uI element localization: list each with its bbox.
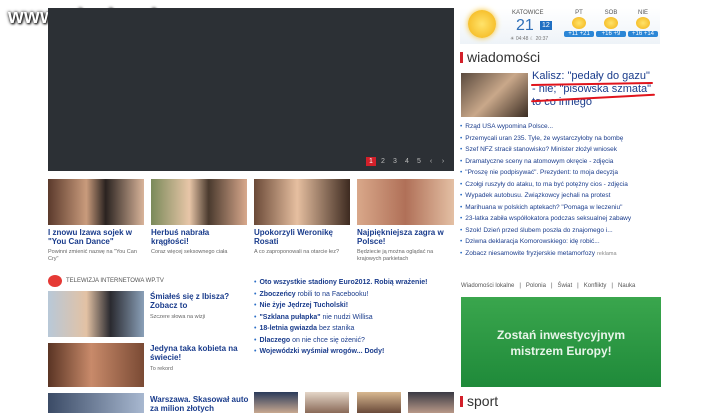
tv-item-subtitle: To rekord: [150, 366, 173, 372]
tv-item-title[interactable]: Jedyna taka kobieta na świecie!: [150, 344, 250, 362]
footer-link[interactable]: Wiadomości lokalne: [461, 283, 514, 289]
footer-link[interactable]: Polonia: [526, 283, 546, 289]
tile-subtitle: Powinni zmienić nazwę na "You Can Cry": [48, 249, 137, 262]
pager-page-4[interactable]: 4: [402, 157, 412, 166]
bottom-thumbnail[interactable]: [254, 392, 298, 413]
tile-title[interactable]: I znowu Izawa sojek w "You Can Dance": [48, 228, 148, 246]
bottom-thumbnail[interactable]: [408, 392, 454, 413]
tile-image[interactable]: [254, 179, 350, 225]
news-section-header[interactable]: wiadomości: [460, 49, 540, 65]
list-item[interactable]: Rząd USA wypomina Polsce...: [460, 121, 665, 133]
list-item[interactable]: "Proszę nie podpisywać". Prezydent: to m…: [460, 167, 665, 179]
tv-thumbnail[interactable]: [48, 291, 144, 337]
footer-link[interactable]: Świat: [558, 283, 573, 289]
tv-header-label: TELEWIZJA INTERNETOWA WP.TV: [66, 278, 164, 284]
list-item[interactable]: Przemycali uran 235. Tyle, że wystarczył…: [460, 133, 665, 145]
weather-city: KATOWICE: [512, 10, 544, 16]
news-list: Rząd USA wypomina Polsce... Przemycali u…: [460, 121, 665, 259]
headline-photo[interactable]: [461, 73, 528, 117]
weather-times: ☀ 04:48 ☾ 20:37: [510, 36, 549, 42]
forecast-day-temp: +16 +14: [628, 31, 658, 37]
list-item[interactable]: Zobacz niesamowite fryzjerskie metamorfo…: [460, 248, 665, 260]
news-footer-links: Wiadomości lokalne | Polonia | Świat | Konf…: [461, 283, 636, 289]
weather-widget[interactable]: KATOWICE 21 12 ☀ 04:48 ☾ 20:37 PT +11 +2…: [460, 8, 660, 44]
list-item[interactable]: 23-latka zabiła współlokatora podczas se…: [460, 213, 665, 225]
ad-banner[interactable]: Zostań inwestycyjnym mistrzem Europy!: [461, 297, 661, 387]
list-item[interactable]: Wojewódzki wyśmiał wrogów... Dody!: [254, 346, 454, 358]
forecast-day-label: SOB: [604, 10, 618, 16]
weather-badge: 12: [540, 21, 552, 30]
tile-title[interactable]: Upokorzyli Weronikę Rosati: [254, 228, 352, 246]
footer-link[interactable]: Nauka: [618, 283, 635, 289]
list-item[interactable]: Nie żyje Jędrzej Tucholski!: [254, 300, 454, 312]
tile-image[interactable]: [48, 179, 144, 225]
ad-tag: reklama: [596, 250, 617, 257]
pager-page-3[interactable]: 3: [390, 157, 400, 166]
weather-temp: 21: [516, 17, 534, 34]
forecast-day-label: PT: [575, 10, 583, 16]
bottom-thumbnail[interactable]: [305, 392, 349, 413]
sun-cloud-icon: [604, 17, 618, 29]
pager-page-2[interactable]: 2: [378, 157, 388, 166]
forecast-day-temp: +16 +9: [596, 31, 626, 37]
wp-tv-logo-icon: [48, 275, 62, 287]
pager-prev-button[interactable]: ‹: [426, 157, 436, 166]
list-item[interactable]: Szok! Dzień przed ślubem poszła do znajo…: [460, 225, 665, 237]
ad-line-1: Zostań inwestycyjnym: [496, 328, 626, 342]
headline-line-1: Kalisz: "pedały do gazu": [532, 70, 650, 82]
forecast-day-temp: +11 +21: [564, 31, 594, 37]
tile-subtitle: Będziecie ją można oglądać na krajowych …: [357, 249, 434, 262]
forecast-day-label: NIE: [637, 10, 648, 16]
list-item[interactable]: Dramatyczne sceny na atomowym okręcie - …: [460, 156, 665, 168]
tile-image[interactable]: [151, 179, 247, 225]
sport-section-header[interactable]: sport: [460, 393, 498, 409]
sun-icon: [468, 10, 496, 38]
forecast-day: PT +11 +21: [564, 10, 594, 37]
tile-title[interactable]: Najpiękniejsza zagra w Polsce!: [357, 228, 455, 246]
video-player[interactable]: 1 2 3 4 5 ‹ ›: [48, 8, 454, 171]
tv-thumbnail[interactable]: [48, 393, 144, 413]
list-item[interactable]: "Szklana pułapka" nie nudzi Willisa: [254, 312, 454, 324]
featured-list: Oto wszystkie stadiony Euro2012. Robią w…: [254, 277, 454, 358]
tile-subtitle: A co zaproponowali na otarcie łez?: [254, 249, 339, 255]
pager-page-1[interactable]: 1: [366, 157, 376, 166]
list-item[interactable]: Wypadek autobusu. Związkowcy jechali na …: [460, 190, 665, 202]
list-item[interactable]: Zboczeńcy robili to na Facebooku!: [254, 289, 454, 301]
tv-item-title[interactable]: Śmiałeś się z Ibisza? Zobacz to: [150, 292, 250, 310]
tv-item-title[interactable]: Warszawa. Skasował auto za milion złotyc…: [150, 395, 250, 413]
tv-item-subtitle: Szczere słowa na wizji: [150, 314, 206, 320]
list-item[interactable]: Dziwna deklaracja Komorowskiego: idę rob…: [460, 236, 665, 248]
tile-title[interactable]: Herbuś nabrała krągłości!: [151, 228, 249, 246]
pager-next-button[interactable]: ›: [438, 157, 448, 166]
sun-cloud-icon: [636, 17, 650, 29]
list-item[interactable]: 18-letnia gwiazda bez stanika: [254, 323, 454, 335]
list-item[interactable]: Oto wszystkie stadiony Euro2012. Robią w…: [254, 277, 454, 289]
list-item[interactable]: Czołgi ruszyły do ataku, to ma być potęż…: [460, 179, 665, 191]
sun-cloud-icon: [572, 17, 586, 29]
tv-header[interactable]: TELEWIZJA INTERNETOWA WP.TV: [48, 275, 164, 287]
headline-link[interactable]: Kalisz: "pedały do gazu" - nie; "pisowsk…: [532, 70, 657, 109]
forecast-day: NIE +16 +14: [628, 10, 658, 37]
tile-image[interactable]: [357, 179, 454, 225]
list-item[interactable]: Marihuana w polskich aptekach? "Pomaga w…: [460, 202, 665, 214]
bottom-thumbnail[interactable]: [357, 392, 401, 413]
ad-line-2: mistrzem Europy!: [510, 344, 612, 358]
tv-thumbnail[interactable]: [48, 343, 144, 387]
video-pager: 1 2 3 4 5 ‹ ›: [366, 157, 448, 166]
list-item[interactable]: Dlaczego on nie chce się ożenić?: [254, 335, 454, 347]
list-item[interactable]: Szef NFZ stracił stanowisko? Minister zł…: [460, 144, 665, 156]
footer-link[interactable]: Konflikty: [584, 283, 607, 289]
tile-subtitle: Coraz więcej seksownego ciała: [151, 249, 228, 255]
forecast-day: SOB +16 +9: [596, 10, 626, 37]
pager-page-5[interactable]: 5: [414, 157, 424, 166]
